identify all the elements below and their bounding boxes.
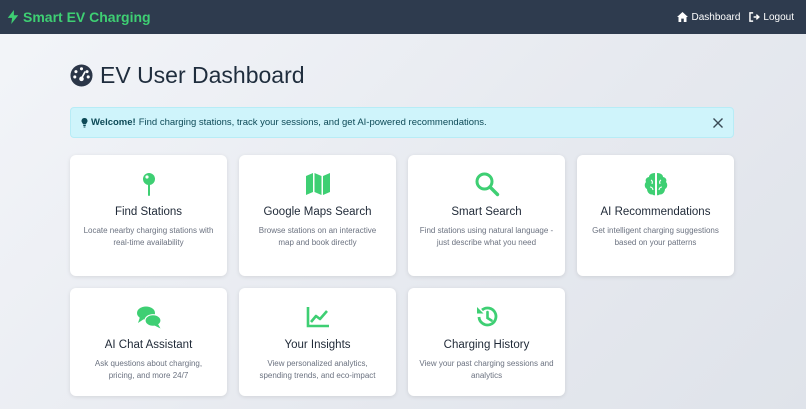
card-ai-recommendations[interactable]: AI Recommendations Get intelligent charg… [577,155,734,276]
alert-text: Find charging stations, track your sessi… [138,117,487,128]
card-description: View your past charging sessions and ana… [419,359,554,380]
brain-icon [642,171,670,197]
card-title: AI Recommendations [600,206,711,218]
logout-icon [749,12,761,22]
chat-icon [135,304,163,330]
card-title: Google Maps Search [263,206,372,218]
page-title: EV User Dashboard [70,62,305,89]
card-description: Ask questions about charging, pricing, a… [94,359,203,380]
nav-logout-link[interactable]: Logout [749,12,794,23]
map-icon [304,171,332,197]
lightbulb-icon [81,117,88,127]
card-description: Find stations using natural language - j… [419,226,554,247]
welcome-alert: Welcome! Find charging stations, track y… [70,107,734,138]
nav-logout-label: Logout [763,11,794,23]
card-title: Smart Search [451,206,522,218]
card-title: Charging History [443,339,530,351]
nav-dashboard-link[interactable]: Dashboard [677,12,740,23]
close-icon[interactable] [712,117,724,129]
card-google-maps-search[interactable]: Google Maps Search Browse stations on an… [239,155,396,276]
tachometer-icon [70,64,93,87]
alert-strong: Welcome! [91,117,136,128]
bolt-icon [7,10,19,24]
navbar: Smart EV Charging Dashboard Logout [0,0,806,34]
card-description: View personalized analytics, spending tr… [259,359,376,380]
card-title: Your Insights [284,339,351,351]
nav-links: Dashboard Logout [677,12,794,23]
card-ai-chat-assistant[interactable]: AI Chat Assistant Ask questions about ch… [70,288,227,396]
page-title-text: EV User Dashboard [100,62,305,88]
card-find-stations[interactable]: Find Stations Locate nearby charging sta… [70,155,227,276]
card-your-insights[interactable]: Your Insights View personalized analytic… [239,288,396,396]
map-pin-icon [135,171,163,197]
card-title: Find Stations [114,206,183,218]
history-icon [473,304,501,330]
card-description: Browse stations on an interactive map an… [258,226,377,247]
card-title: AI Chat Assistant [104,339,193,351]
chart-line-icon [304,304,332,330]
search-icon [473,171,501,197]
card-charging-history[interactable]: Charging History View your past charging… [408,288,565,396]
card-description: Get intelligent charging suggestions bas… [592,226,719,247]
nav-dashboard-label: Dashboard [691,11,741,23]
brand-link[interactable]: Smart EV Charging [7,9,151,25]
card-smart-search[interactable]: Smart Search Find stations using natural… [408,155,565,276]
brand-name: Smart EV Charging [23,9,151,25]
home-icon [677,12,689,22]
card-description: Locate nearby charging stations with rea… [83,226,214,247]
